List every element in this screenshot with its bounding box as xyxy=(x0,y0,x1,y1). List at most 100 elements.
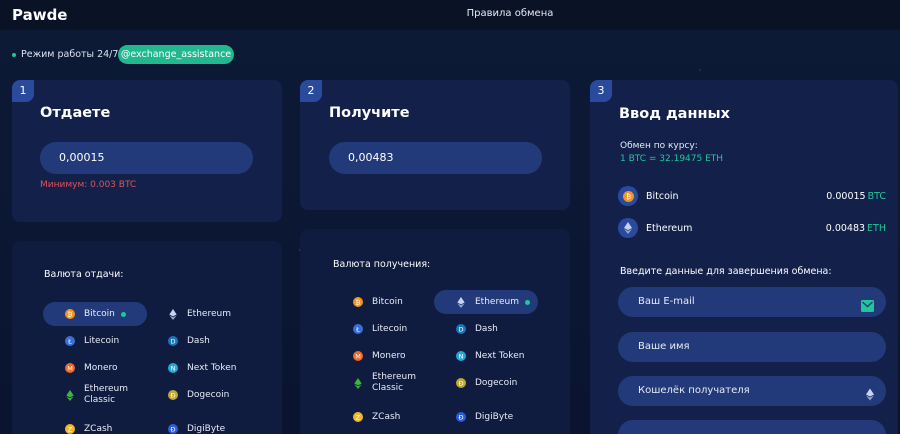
dash-icon: D xyxy=(168,336,178,346)
svg-text:₿: ₿ xyxy=(68,310,73,318)
summary-give-amount: 0.00015 xyxy=(826,190,866,202)
email-field[interactable]: Ваш E-mail xyxy=(618,287,886,317)
step-badge-3: 3 xyxy=(590,80,612,102)
name-placeholder: Ваше имя xyxy=(638,341,690,352)
next-token-icon: N xyxy=(168,363,178,373)
summary-give-name: Bitcoin xyxy=(646,190,679,202)
ethereum-small-icon xyxy=(866,384,874,414)
bitcoin-icon: ₿ xyxy=(65,309,75,319)
receive-currency-item-zcash[interactable]: Z ZCash xyxy=(353,405,400,429)
svg-text:Ð: Ð xyxy=(458,379,463,387)
litecoin-icon: Ł xyxy=(353,324,363,334)
svg-text:Ɖ: Ɖ xyxy=(170,425,175,433)
dogecoin-icon: Ð xyxy=(456,378,466,388)
svg-text:D: D xyxy=(458,325,463,333)
currency-label: Dogecoin xyxy=(187,389,230,400)
give-currency-item-digibyte[interactable]: Ɖ DigiByte xyxy=(168,417,225,434)
receive-currency-item-dash[interactable]: D Dash xyxy=(456,317,498,341)
litecoin-icon: Ł xyxy=(65,336,75,346)
give-currency-item-litecoin[interactable]: Ł Litecoin xyxy=(65,329,119,353)
currency-label: Dogecoin xyxy=(475,377,518,388)
svg-text:M: M xyxy=(67,364,73,372)
give-amount-input[interactable]: 0,00015 xyxy=(40,142,253,174)
receive-currency-title: Валюта получения: xyxy=(333,259,431,270)
receive-amount-input[interactable]: 0,00483 xyxy=(329,142,542,174)
ethereum-icon xyxy=(168,309,178,320)
svg-text:M: M xyxy=(355,352,361,360)
telegram-support-chip[interactable]: @exchange_assistance xyxy=(118,45,234,64)
currency-label: Monero xyxy=(84,362,118,373)
svg-text:Z: Z xyxy=(68,425,73,433)
currency-label: Monero xyxy=(372,350,406,361)
form-title: Введите данные для завершения обмена: xyxy=(620,266,832,277)
receive-currency-item-litecoin[interactable]: Ł Litecoin xyxy=(353,317,407,341)
give-currency-item-bitcoin[interactable]: ₿ Bitcoin xyxy=(43,302,147,326)
bitcoin-icon: ₿ xyxy=(618,186,638,206)
receive-currency-item-next-token[interactable]: N Next Token xyxy=(456,344,524,368)
zcash-icon: Z xyxy=(65,424,75,434)
ethereum-icon xyxy=(456,297,466,308)
give-currency-item-dash[interactable]: D Dash xyxy=(168,329,210,353)
svg-text:N: N xyxy=(459,352,464,360)
digibyte-icon: Ɖ xyxy=(168,424,178,434)
summary-receive-name: Ethereum xyxy=(646,222,693,234)
svg-text:Ł: Ł xyxy=(355,325,360,333)
currency-label: Next Token xyxy=(475,350,525,361)
currency-label: Ethereum xyxy=(475,296,519,307)
currency-label: Ethereum Classic xyxy=(84,384,128,405)
svg-text:Ł: Ł xyxy=(67,337,72,345)
currency-label: DigiByte xyxy=(187,423,226,434)
work-mode-text: Режим работы 24/7 xyxy=(21,49,119,60)
email-placeholder: Ваш E-mail xyxy=(638,296,695,307)
selected-indicator-icon xyxy=(524,299,530,305)
currency-label: Ethereum Classic xyxy=(372,372,416,393)
give-currency-item-ethereum[interactable]: Ethereum xyxy=(168,302,231,326)
data-entry-card: 3 Ввод данных Обмен по курсу: 1 BTC = 32… xyxy=(590,80,898,434)
bitcoin-icon: ₿ xyxy=(353,297,363,307)
give-currency-item-ethereum-classic[interactable]: Ethereum Classic xyxy=(65,383,136,407)
rate-value: 1 BTC = 32.19475 ETH xyxy=(620,154,724,164)
receive-currency-item-digibyte[interactable]: Ɖ DigiByte xyxy=(456,405,513,429)
receive-currency-item-monero[interactable]: M Monero xyxy=(353,344,406,368)
give-currency-item-dogecoin[interactable]: Ð Dogecoin xyxy=(168,383,229,407)
give-currency-item-zcash[interactable]: Z ZCash xyxy=(65,417,112,434)
receive-card: 2 Получите 0,00483 xyxy=(300,80,570,210)
receive-currency-item-dogecoin[interactable]: Ð Dogecoin xyxy=(456,371,517,395)
currency-label: Dash xyxy=(187,335,210,346)
dogecoin-icon: Ð xyxy=(168,390,178,400)
receive-currency-item-bitcoin[interactable]: ₿ Bitcoin xyxy=(353,290,403,314)
currency-label: ZCash xyxy=(84,423,113,434)
summary-receive-unit: ETH xyxy=(867,222,886,234)
svg-text:₿: ₿ xyxy=(356,298,361,306)
svg-text:Ɖ: Ɖ xyxy=(458,413,463,421)
give-currency-item-next-token[interactable]: N Next Token xyxy=(168,356,236,380)
digibyte-icon: Ɖ xyxy=(456,412,466,422)
receive-currency-item-ethereum[interactable]: Ethereum xyxy=(434,290,538,314)
currency-label: DigiByte xyxy=(475,411,514,422)
monero-icon: M xyxy=(353,351,363,361)
step-badge-2: 2 xyxy=(300,80,322,102)
give-card: 1 Отдаете 0,00015 Минимум: 0.003 BTC xyxy=(12,80,282,222)
step-badge-1: 1 xyxy=(12,80,34,102)
logo[interactable]: Pawde xyxy=(12,6,67,24)
zcash-icon: Z xyxy=(353,412,363,422)
summary-row-receive: Ethereum 0.00483 ETH xyxy=(618,216,886,240)
currency-label: Bitcoin xyxy=(372,296,403,307)
dash-icon: D xyxy=(456,324,466,334)
monero-icon: M xyxy=(65,363,75,373)
give-currency-card: Валюта отдачи: ₿ Bitcoin Ethereum Ł Litecoin… xyxy=(12,241,282,434)
envelope-icon xyxy=(861,295,874,325)
ethereum-classic-icon xyxy=(353,378,363,389)
ethereum-icon xyxy=(618,218,638,238)
give-currency-item-monero[interactable]: M Monero xyxy=(65,356,118,380)
svg-text:D: D xyxy=(170,337,175,345)
give-title: Отдаете xyxy=(40,105,111,121)
extra-field[interactable] xyxy=(618,420,886,434)
wallet-field[interactable]: Кошелёк получателя xyxy=(618,376,886,406)
currency-label: Dash xyxy=(475,323,498,334)
exchange-rules-link[interactable]: Правила обмена xyxy=(430,8,590,19)
receive-currency-item-ethereum-classic[interactable]: Ethereum Classic xyxy=(353,371,424,395)
svg-text:Ð: Ð xyxy=(170,391,175,399)
name-field[interactable]: Ваше имя xyxy=(618,332,886,362)
selected-indicator-icon xyxy=(120,311,126,317)
